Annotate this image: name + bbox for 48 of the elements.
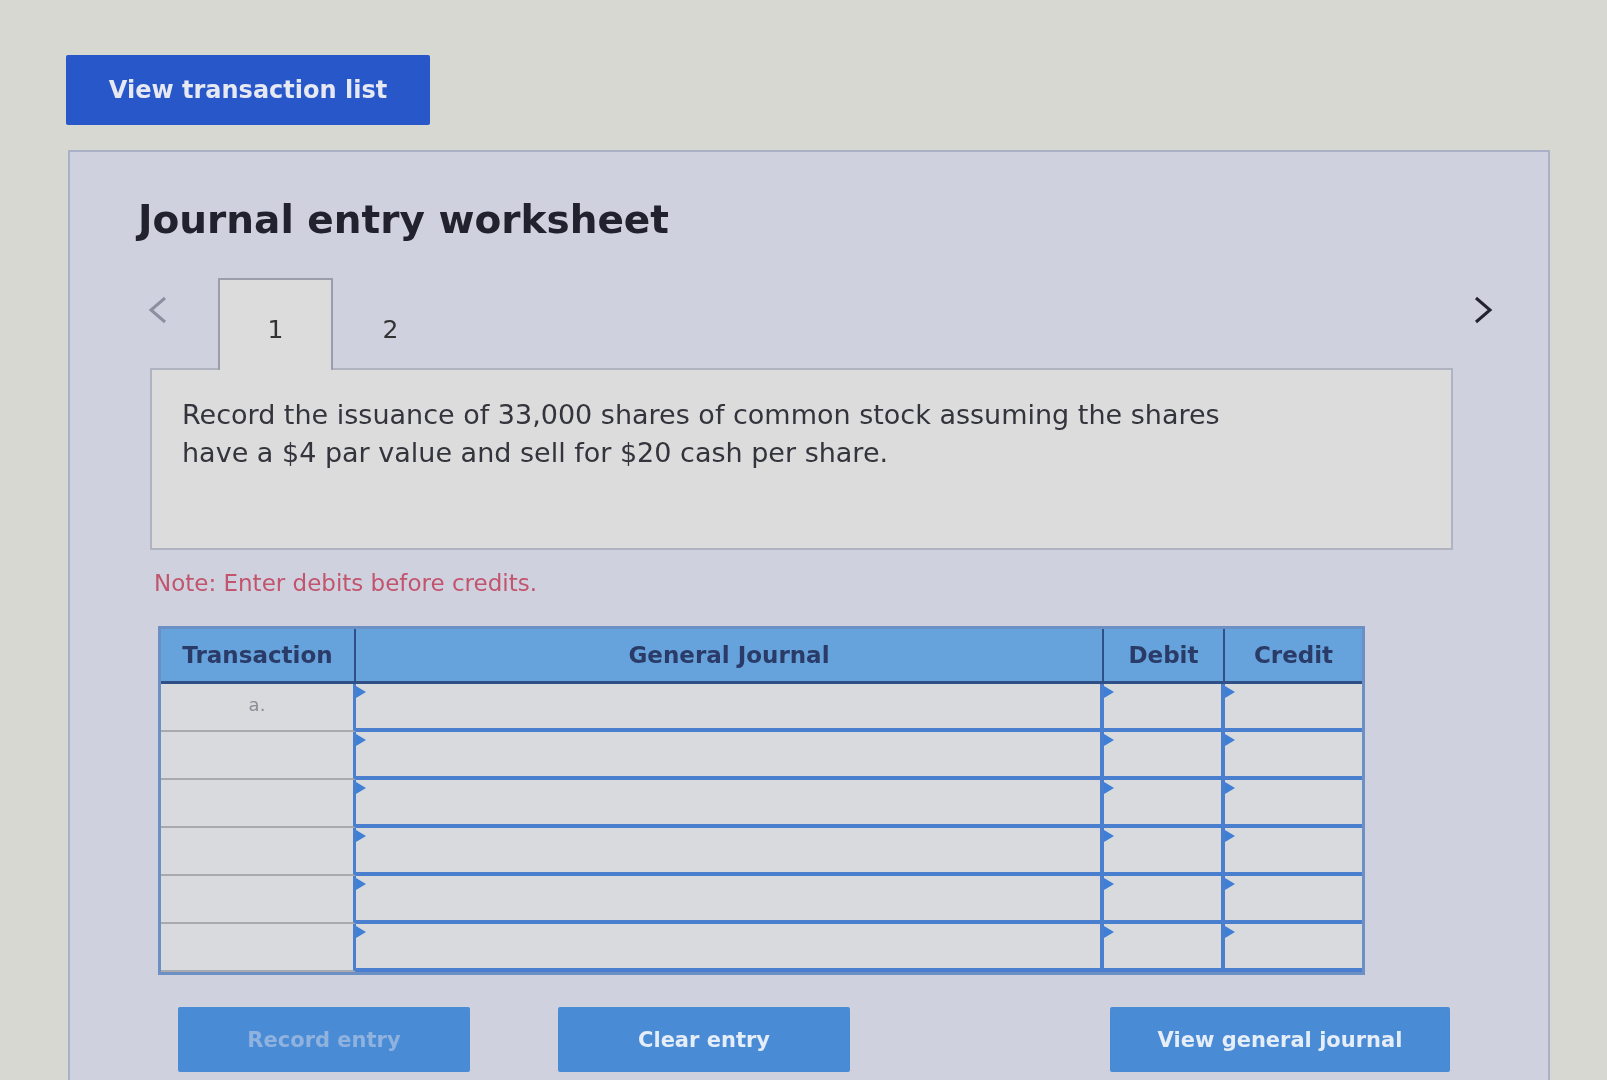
credit-field[interactable] (1225, 780, 1362, 828)
cell-marker-icon (1225, 926, 1235, 938)
page-tab[interactable]: 2 (333, 278, 448, 370)
debit-field[interactable] (1104, 876, 1225, 924)
debit-field[interactable] (1104, 684, 1225, 732)
account-field[interactable] (356, 876, 1104, 924)
account-field[interactable] (356, 924, 1104, 972)
cell-marker-icon (1104, 926, 1114, 938)
cell-marker-icon (356, 782, 366, 794)
account-field[interactable] (356, 684, 1104, 732)
column-header: Transaction (161, 629, 356, 684)
debit-field[interactable] (1104, 780, 1225, 828)
account-field[interactable] (356, 780, 1104, 828)
view-transaction-list-button[interactable]: View transaction list (66, 55, 430, 125)
cell-marker-icon (1225, 878, 1235, 890)
debit-field[interactable] (1104, 732, 1225, 780)
debit-field[interactable] (1104, 924, 1225, 972)
clear-entry-button[interactable]: Clear entry (558, 1007, 850, 1072)
view-general-journal-button[interactable]: View general journal (1110, 1007, 1450, 1072)
cell-marker-icon (1225, 734, 1235, 746)
cell-marker-icon (1104, 686, 1114, 698)
cell-marker-icon (1104, 878, 1114, 890)
transaction-label: a. (248, 694, 266, 715)
question-text: Record the issuance of 33,000 shares of common stock assuming the shares have a $4 par value and sell for $20 cash per share. (182, 398, 1221, 470)
credit-field[interactable] (1225, 732, 1362, 780)
cell-marker-icon (1225, 830, 1235, 842)
page-tab[interactable]: 1 (218, 278, 333, 370)
column-header: Credit (1225, 629, 1362, 684)
account-field[interactable] (356, 732, 1104, 780)
cell-marker-icon (1225, 782, 1235, 794)
note-text: Note: Enter debits before credits. (154, 570, 537, 596)
cell-marker-icon (356, 926, 366, 938)
credit-field[interactable] (1225, 924, 1362, 972)
account-field[interactable] (356, 828, 1104, 876)
cell-marker-icon (1104, 782, 1114, 794)
cell-marker-icon (356, 878, 366, 890)
credit-field[interactable] (1225, 876, 1362, 924)
debit-field[interactable] (1104, 828, 1225, 876)
column-header: Debit (1104, 629, 1225, 684)
cell-marker-icon (356, 830, 366, 842)
cell-marker-icon (1104, 734, 1114, 746)
cell-marker-icon (1225, 686, 1235, 698)
cell-marker-icon (1104, 830, 1114, 842)
cell-marker-icon (356, 734, 366, 746)
credit-field[interactable] (1225, 828, 1362, 876)
column-header: General Journal (356, 629, 1104, 684)
chevron-right-icon[interactable] (1473, 296, 1493, 324)
credit-field[interactable] (1225, 684, 1362, 732)
